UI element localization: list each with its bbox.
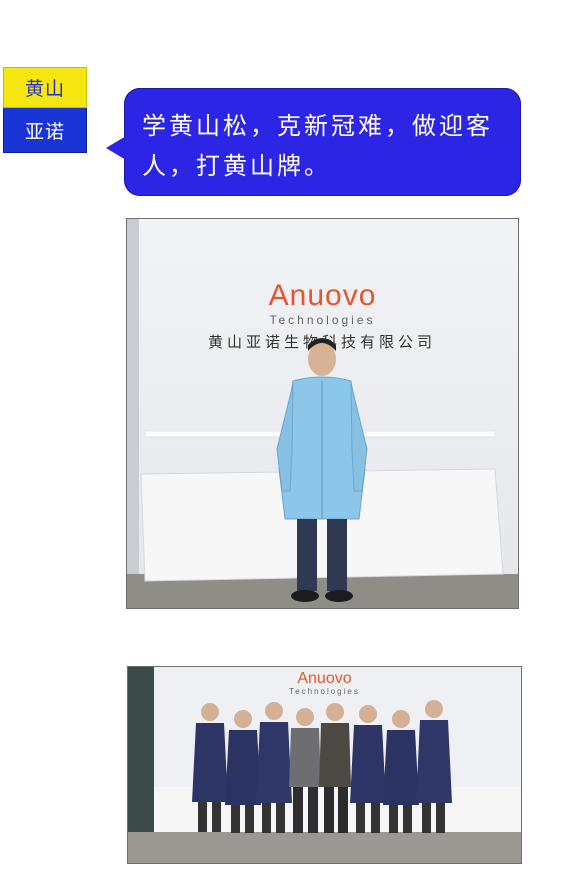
photo-employee-portrait: 黄山亚诺生物科技有限公司 Anuovo Technologies (126, 218, 519, 609)
logo-brand: Anuovo (268, 279, 377, 312)
logo-badge: 黄山 亚诺 (3, 67, 87, 153)
logo-brand-small: Anuovo (297, 670, 352, 687)
group-illustration (128, 667, 521, 863)
photo-group: Anuovo Technologies (127, 666, 522, 864)
badge-top-text: 黄山 (3, 67, 87, 108)
speech-bubble: 学黄山松，克新冠难，做迎客人，打黄山牌。 (106, 88, 521, 196)
logo-sub-small: Technologies (289, 687, 360, 696)
badge-bottom-text: 亚诺 (3, 108, 87, 153)
logo-sub: Technologies (269, 313, 376, 327)
portrait-illustration: 黄山亚诺生物科技有限公司 (127, 219, 518, 608)
anuovo-logo-small: Anuovo Technologies (128, 670, 521, 697)
anuovo-logo: Anuovo Technologies (127, 279, 518, 328)
slogan-text: 学黄山松，克新冠难，做迎客人，打黄山牌。 (142, 112, 493, 180)
